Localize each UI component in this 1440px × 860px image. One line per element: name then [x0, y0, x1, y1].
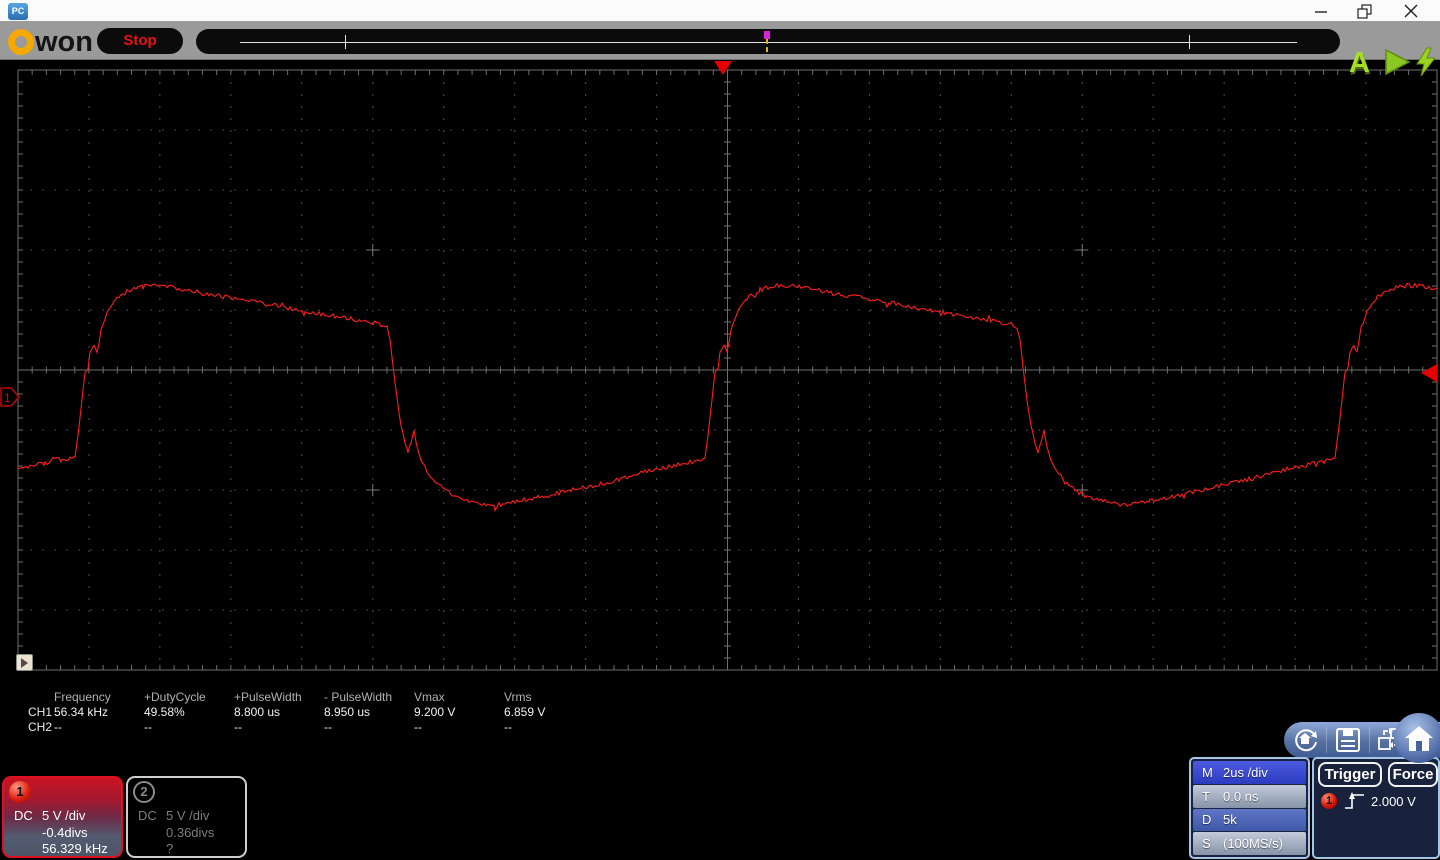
trigger-position-cursor[interactable]: [764, 31, 770, 39]
horizontal-position-slider[interactable]: [196, 29, 1340, 54]
restore-icon: [1357, 3, 1372, 19]
timebase-offset-label: T: [1202, 788, 1210, 804]
trigger-level-value: 2.000 V: [1371, 794, 1416, 809]
measurement-value: 6.859 V: [504, 705, 546, 719]
auto-scale-button[interactable]: [1284, 724, 1326, 756]
measurement-value: --: [414, 720, 422, 734]
owon-logo-ring: [8, 29, 34, 55]
ch1-frequency: 56.329 kHz: [42, 841, 108, 856]
measurement-value: --: [54, 720, 62, 734]
trigger-panel: Trigger Force 1 2.000 V: [1312, 757, 1440, 859]
record-depth-value: 5k: [1223, 812, 1237, 828]
trigger-source-badge: 1: [1321, 793, 1337, 809]
ch2-frequency: ?: [166, 841, 174, 856]
measurement-value: 8.950 us: [324, 705, 371, 719]
measurement-header: +PulseWidth: [234, 690, 302, 704]
trigger-menu-button[interactable]: Trigger: [1318, 762, 1382, 787]
rising-edge-icon: [1345, 792, 1364, 809]
ch2-offset: 0.36divs: [166, 825, 215, 840]
measurement-value: --: [144, 720, 152, 734]
trigger-slope-indicator: [1343, 790, 1367, 817]
measurement-row-label: CH2: [28, 720, 53, 734]
force-trigger-button[interactable]: Force: [1388, 762, 1438, 787]
minimize-icon: [1315, 11, 1327, 13]
owon-logo: won: [8, 27, 93, 57]
timebase-panel: M 2us /div T 0.0 ns D 5k S (100MS/s): [1189, 757, 1310, 859]
measurement-header: +DutyCycle: [144, 690, 206, 704]
main-toolbar: won Stop A: [0, 22, 1440, 79]
channel-1-panel[interactable]: 1 DC 5 V /div -0.4divs 56.329 kHz: [2, 776, 123, 858]
save-button[interactable]: [1327, 724, 1369, 756]
home-button[interactable]: [1394, 713, 1440, 763]
record-depth-label: D: [1202, 812, 1212, 828]
play-triangle-icon: [21, 657, 28, 668]
run-button[interactable]: [1383, 48, 1411, 81]
ch2-scale: 5 V /div: [166, 808, 210, 823]
measurement-value: --: [234, 720, 242, 734]
sample-rate-label: S: [1202, 836, 1211, 852]
slider-window-tick: [345, 35, 346, 49]
close-icon: [1404, 4, 1418, 18]
measurement-row-label: CH1: [28, 705, 53, 719]
measurement-value: --: [504, 720, 512, 734]
ch1-offset: -0.4divs: [42, 825, 88, 840]
measurement-value: 49.58%: [144, 705, 185, 719]
close-button[interactable]: [1398, 2, 1424, 20]
sample-rate-row[interactable]: S (100MS/s): [1193, 832, 1306, 855]
sample-rate-value: (100MS/s): [1223, 836, 1283, 852]
expand-button[interactable]: [16, 654, 33, 671]
timebase-offset-value: 0.0 ns: [1223, 788, 1259, 804]
ch2-coupling: DC: [138, 808, 157, 823]
measurement-value: 8.800 us: [234, 705, 281, 719]
minimize-button[interactable]: [1308, 2, 1334, 20]
restore-button[interactable]: [1352, 2, 1378, 20]
ch1-coupling: DC: [14, 808, 33, 823]
floppy-save-icon: [1336, 728, 1360, 752]
measurement-readout: Frequency +DutyCycle +PulseWidth - Pulse…: [28, 690, 594, 735]
timebase-main-value: 2us /div: [1223, 764, 1268, 780]
timebase-main-label: M: [1202, 764, 1213, 780]
play-icon: [1385, 48, 1411, 76]
autoset-button[interactable]: A: [1349, 46, 1370, 80]
measurement-value: 56.34 kHz: [54, 705, 109, 719]
single-trigger-button[interactable]: [1414, 47, 1438, 82]
channel-1-badge: 1: [9, 781, 31, 803]
slider-track: [240, 42, 1297, 43]
record-depth-row[interactable]: D 5k: [1193, 808, 1306, 832]
lightning-bolt-icon: [1416, 47, 1437, 77]
ch1-scale: 5 V /div: [42, 808, 86, 823]
measurement-value: --: [324, 720, 332, 734]
ch1-zero-marker-label: 1: [4, 391, 11, 405]
home-icon: [1405, 726, 1433, 751]
app-icon: PC: [8, 3, 28, 20]
measurement-header: Vrms: [504, 690, 532, 704]
run-stop-button[interactable]: Stop: [97, 28, 183, 54]
timebase-main-row[interactable]: M 2us /div: [1193, 761, 1306, 784]
window-titlebar: PC: [0, 0, 1440, 22]
timebase-offset-row[interactable]: T 0.0 ns: [1193, 784, 1306, 808]
measurement-header: - PulseWidth: [324, 690, 393, 704]
channel-2-panel[interactable]: 2 DC 5 V /div 0.36divs ?: [126, 776, 247, 858]
measurement-value: 9.200 V: [414, 705, 456, 719]
owon-logo-text: won: [35, 26, 93, 58]
slider-window-tick: [1189, 35, 1190, 49]
circular-arrow-home-icon: [1295, 729, 1317, 752]
measurement-header: Vmax: [414, 690, 445, 704]
measurement-header: Frequency: [54, 690, 111, 704]
channel-2-badge: 2: [133, 781, 155, 803]
trigger-position-cursor-line: [766, 39, 768, 52]
